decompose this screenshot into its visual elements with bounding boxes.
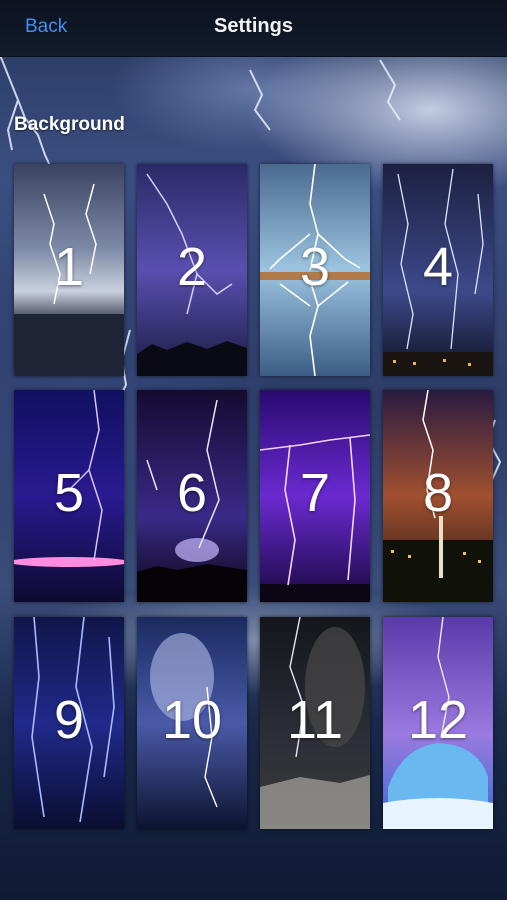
- background-thumbnail-5[interactable]: 5: [14, 390, 124, 602]
- tile-number: 10: [161, 690, 223, 750]
- tile-number: 11: [286, 690, 344, 750]
- page-title: Settings: [214, 15, 293, 37]
- background-thumbnail-2[interactable]: 2: [137, 164, 247, 376]
- background-thumbnail-8[interactable]: 8: [383, 390, 493, 602]
- tile-number: 12: [407, 690, 469, 750]
- background-thumbnail-10[interactable]: 10: [137, 617, 247, 829]
- background-thumbnail-6[interactable]: 6: [137, 390, 247, 602]
- background-thumbnail-12[interactable]: 12: [383, 617, 493, 829]
- navigation-bar: Back Settings: [0, 0, 507, 57]
- tile-number: 7: [299, 463, 331, 523]
- tile-number: 1: [53, 237, 85, 297]
- background-thumbnail-9[interactable]: 9: [14, 617, 124, 829]
- section-label-background: Background: [14, 114, 125, 135]
- background-thumbnail-1[interactable]: 1: [14, 164, 124, 376]
- tile-number: 8: [422, 463, 454, 523]
- tile-number: 4: [422, 237, 454, 297]
- background-thumbnail-4[interactable]: 4: [383, 164, 493, 376]
- background-thumbnail-3[interactable]: 3: [260, 164, 370, 376]
- tile-number: 3: [299, 237, 331, 297]
- tile-number: 5: [53, 463, 85, 523]
- tile-number: 2: [176, 237, 208, 297]
- background-thumbnail-7[interactable]: 7: [260, 390, 370, 602]
- tile-number: 6: [176, 463, 208, 523]
- background-thumbnail-11[interactable]: 11: [260, 617, 370, 829]
- tile-number: 9: [53, 690, 85, 750]
